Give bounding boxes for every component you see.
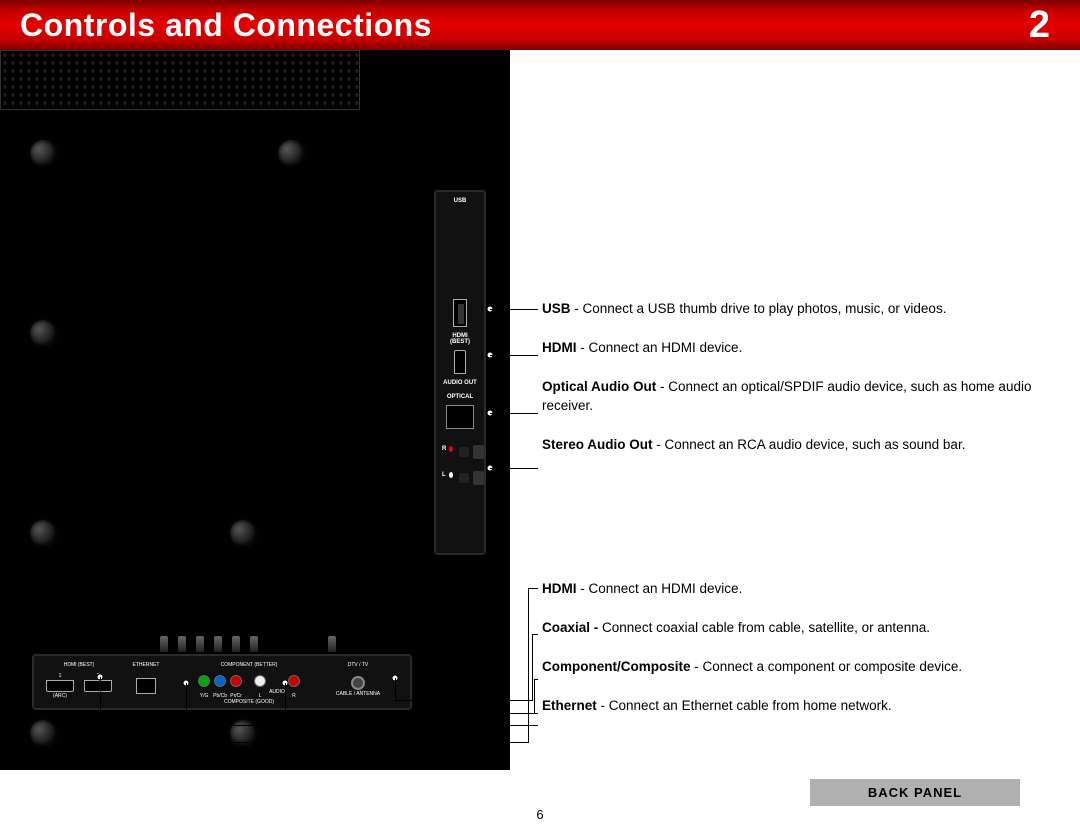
desc-hdmi-side: HDMI - Connect an HDMI device.	[542, 339, 1042, 358]
pbcb-port-icon	[214, 675, 226, 687]
ethernet-label: ETHERNET	[133, 663, 160, 669]
callout-line	[186, 683, 187, 725]
dtv-tv-label: DTV / TV	[348, 663, 368, 669]
audio-out-label: AUDIO OUT	[436, 380, 484, 387]
tv-back-illustration: USB HDMI (BEST) AUDIO OUT OPTICAL R L HD…	[0, 50, 510, 770]
callout-line	[490, 309, 538, 310]
bottom-port-panel: HDMI (BEST) 1 (ARC) 2 ETHERNET	[32, 654, 412, 710]
desc-component: Component/Composite - Connect a componen…	[542, 658, 1042, 677]
ethernet-port-icon	[136, 678, 156, 694]
optical-label: OPTICAL	[436, 394, 484, 401]
hdmi2-port-icon	[84, 680, 112, 692]
callout-line	[528, 588, 529, 743]
usb-port-icon	[453, 299, 467, 327]
callout-line	[395, 678, 396, 700]
callout-line	[285, 683, 286, 713]
prcr-port-icon	[230, 675, 242, 687]
desc-stereo: Stereo Audio Out - Connect an RCA audio …	[542, 436, 1042, 455]
hdmi-arc-label: (ARC)	[46, 694, 74, 700]
callout-line	[528, 588, 538, 589]
callout-line	[532, 634, 533, 701]
desc-ethernet: Ethernet - Connect an Ethernet cable fro…	[542, 697, 1042, 716]
desc-optical: Optical Audio Out - Connect an optical/S…	[542, 378, 1042, 416]
side-port-descriptions: USB - Connect a USB thumb drive to play …	[542, 300, 1042, 474]
bottom-port-descriptions: HDMI - Connect an HDMI device. Coaxial -…	[542, 580, 1042, 736]
hdmi1-port-icon	[46, 680, 74, 692]
hdmi1-label: 1	[46, 674, 74, 680]
audio-l-port-icon	[254, 675, 266, 687]
callout-line	[490, 413, 538, 414]
yg-label: Y/G	[197, 694, 211, 700]
yg-port-icon	[198, 675, 210, 687]
footer-section-label: BACK PANEL	[810, 779, 1020, 806]
rca-r-label: R	[442, 446, 446, 452]
callout-line	[100, 742, 528, 743]
hdmi-label: HDMI	[436, 333, 484, 340]
callout-line	[490, 355, 538, 356]
callout-line	[534, 679, 538, 680]
rca-red-dot-icon	[449, 446, 453, 452]
desc-usb: USB - Connect a USB thumb drive to play …	[542, 300, 1042, 319]
hdmi-best-label: (BEST)	[436, 339, 484, 346]
callout-line	[100, 677, 101, 742]
chapter-number: 2	[1029, 4, 1050, 47]
rca-l-jack-icon	[473, 471, 485, 485]
callout-line	[532, 634, 538, 635]
rca-l-label: L	[442, 472, 446, 478]
callout-line	[534, 679, 535, 714]
hdmi-best-label-bottom: HDMI (BEST)	[64, 663, 95, 669]
usb-label: USB	[436, 198, 484, 205]
audio-r-label: R	[287, 694, 301, 700]
optical-port-icon	[446, 405, 474, 429]
component-label: COMPONENT (BETTER)	[221, 663, 278, 669]
callout-line	[490, 468, 538, 469]
rca-r-jack-icon	[473, 445, 484, 459]
callout-line	[186, 725, 538, 726]
page-number: 6	[0, 807, 1080, 822]
composite-good-label: COMPOSITE (GOOD)	[224, 700, 274, 706]
desc-hdmi-bottom: HDMI - Connect an HDMI device.	[542, 580, 1042, 599]
chapter-title: Controls and Connections	[20, 7, 432, 44]
chapter-header: Controls and Connections 2	[0, 0, 1080, 50]
coax-port-icon	[351, 676, 365, 690]
audio-r-port-icon	[288, 675, 300, 687]
side-port-panel: USB HDMI (BEST) AUDIO OUT OPTICAL R L	[434, 190, 486, 555]
desc-coaxial: Coaxial - Connect coaxial cable from cab…	[542, 619, 1042, 638]
rca-white-dot-icon	[449, 472, 453, 478]
cable-antenna-label: CABLE / ANTENNA	[336, 692, 380, 698]
callout-line	[285, 713, 538, 714]
audio-label: AUDIO	[269, 690, 285, 696]
callout-line	[395, 700, 533, 701]
hdmi-port-icon	[454, 350, 466, 374]
